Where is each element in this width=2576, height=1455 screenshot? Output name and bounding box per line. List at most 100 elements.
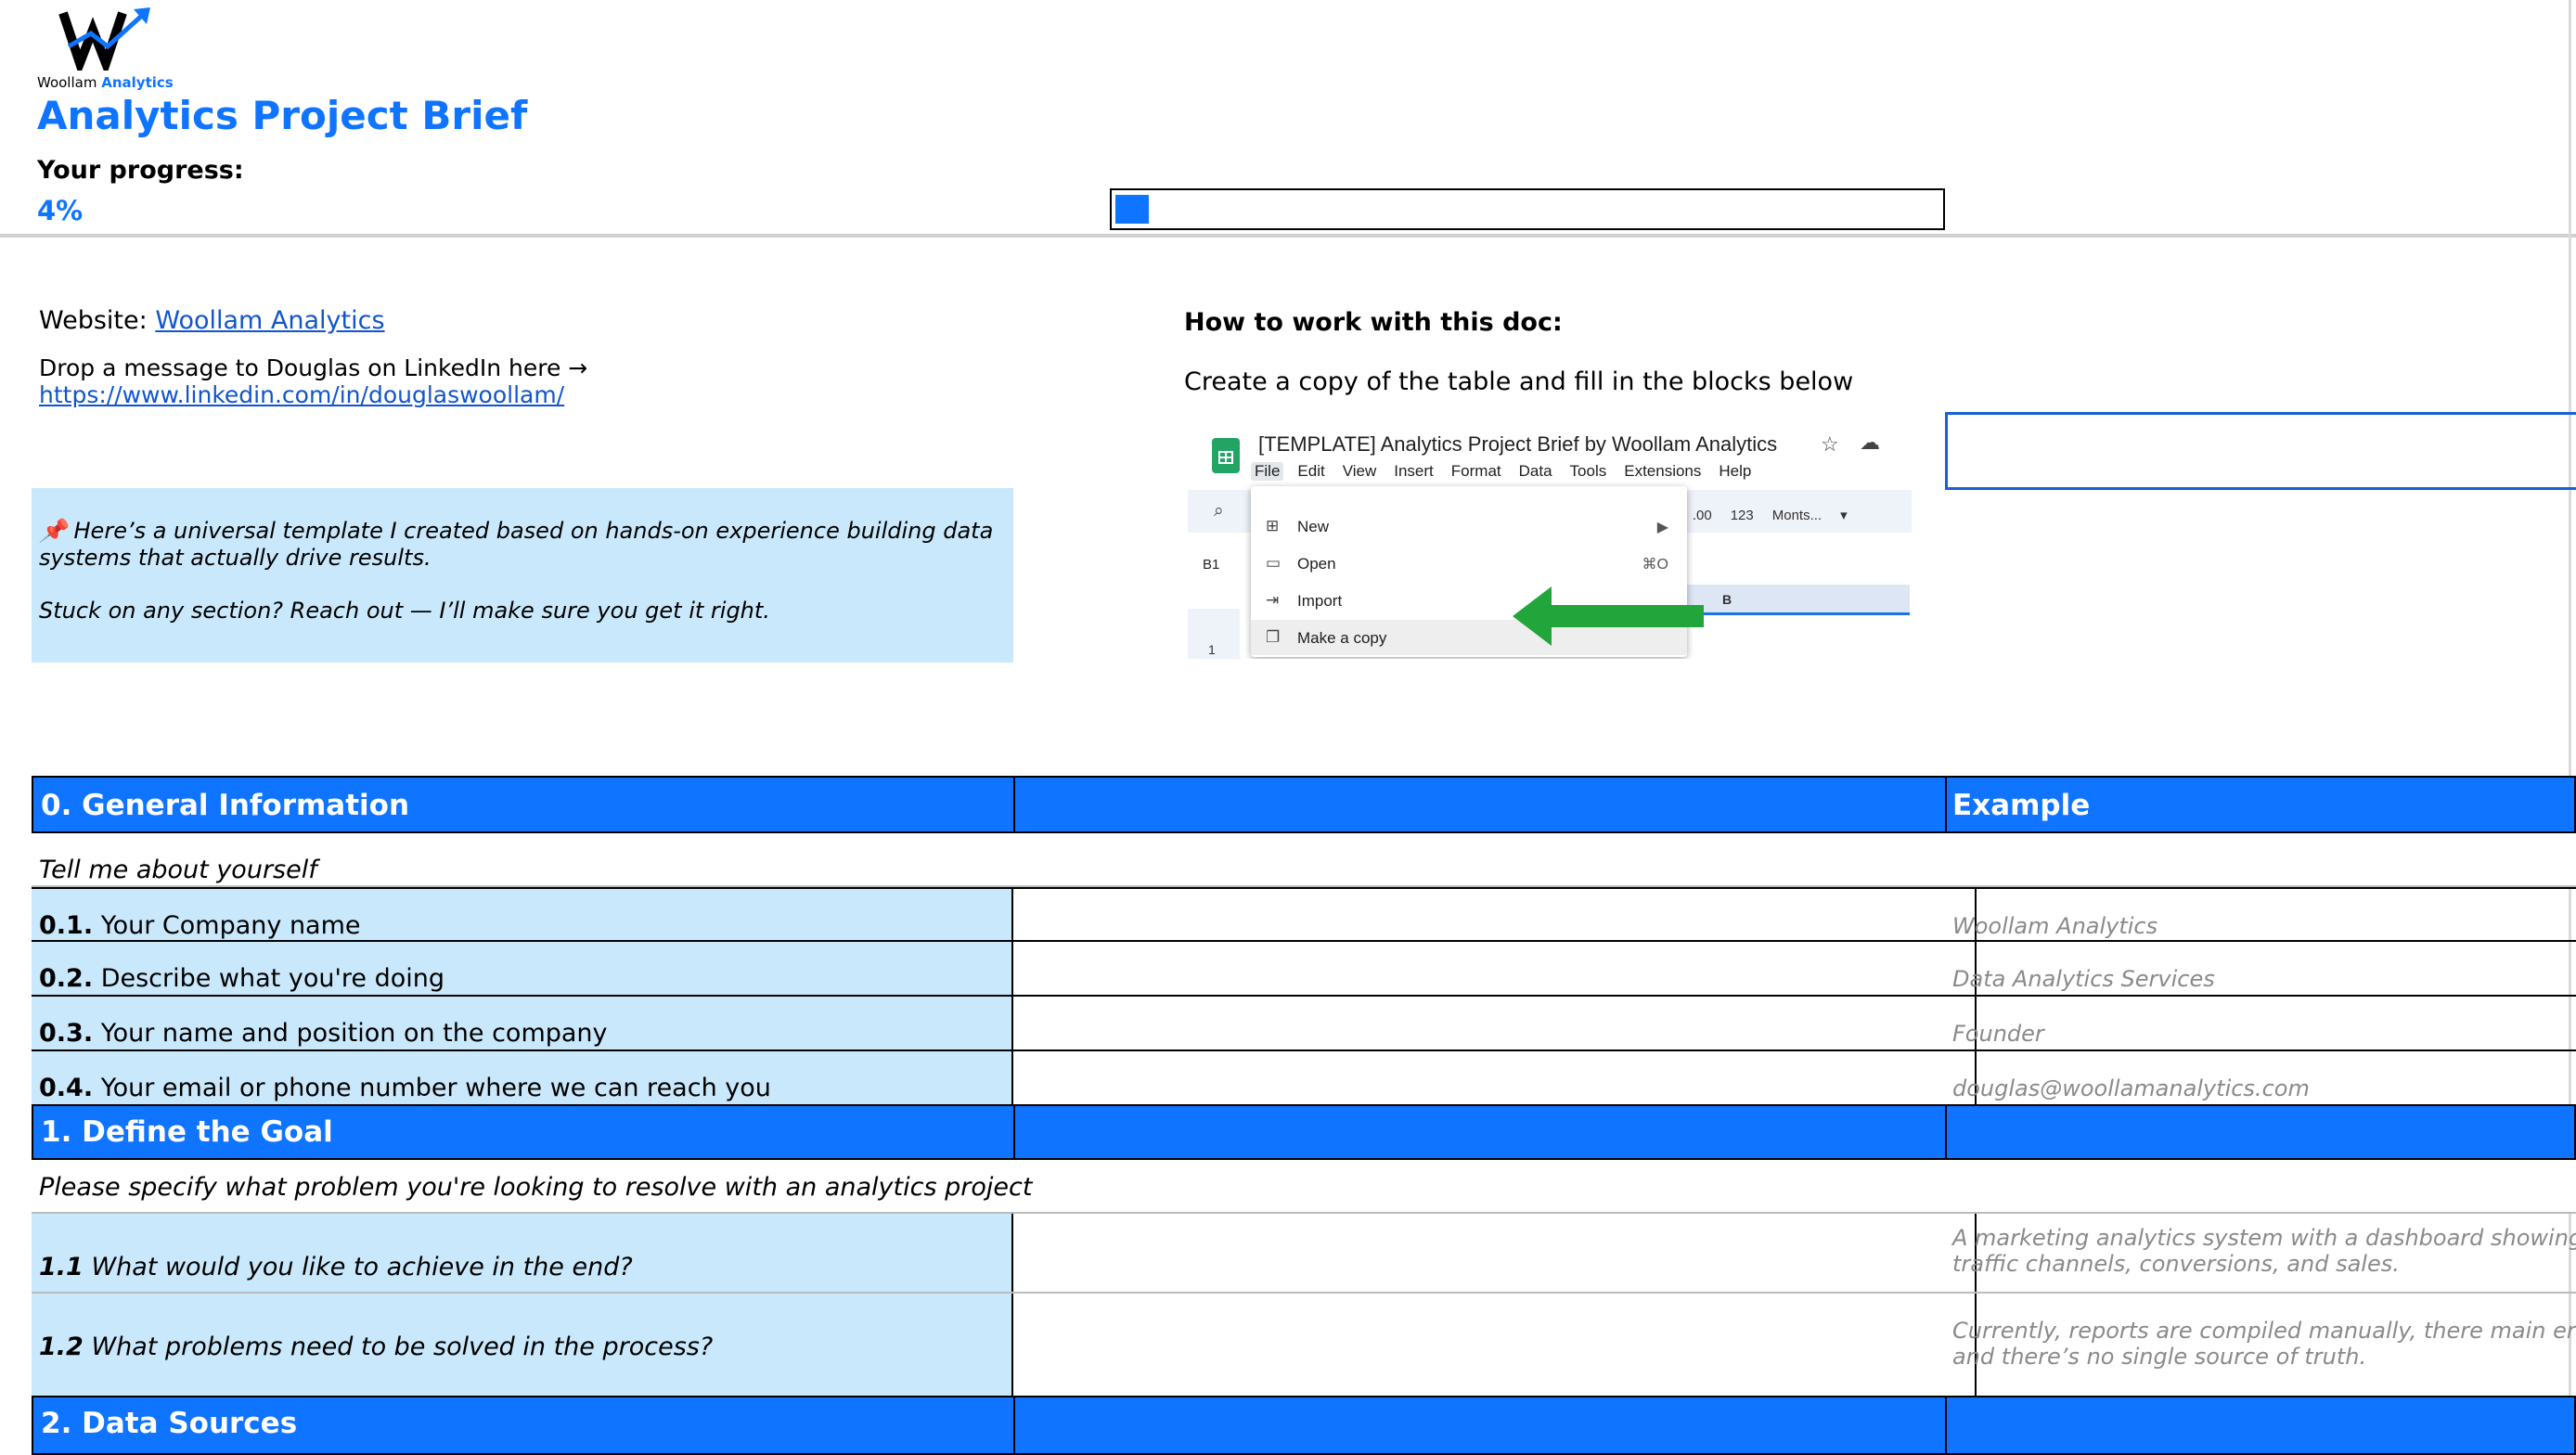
section-0-title: 0. General Information [41, 789, 410, 822]
shot-menu-edit: Edit [1297, 462, 1325, 480]
howto-title: How to work with this doc: [1184, 308, 1563, 337]
note-text-2: Stuck on any section? Reach out — I’ll m… [39, 598, 770, 624]
section-1-title: 1. Define the Goal [41, 1115, 333, 1149]
section-2-title: 2. Data Sources [41, 1407, 298, 1440]
shot-menu-tools: Tools [1569, 462, 1607, 480]
copy-icon: ❐ [1266, 628, 1281, 646]
logo-text: Woollam Analytics [37, 74, 174, 91]
example-value: Woollam Analytics [1952, 913, 2158, 939]
question-label: 0.1. Your Company name [39, 911, 361, 940]
question-number: 0.1. [39, 911, 94, 940]
question-label-cell: 1.2 What problems need to be solved in t… [32, 1294, 1013, 1396]
linkedin-text: Drop a message to Douglas on LinkedIn he… [39, 354, 588, 381]
shot-menu-open-shortcut: ⌘O [1642, 557, 1668, 573]
answer-cell-company-name[interactable] [1013, 889, 1977, 940]
answer-cell-goal[interactable] [1013, 1214, 1977, 1292]
shot-number-format: 123 [1730, 508, 1754, 523]
progress-value: 4% [37, 195, 84, 226]
shot-menu-import-label: Import [1297, 592, 1343, 610]
example-value: douglas@woollamanalytics.com [1952, 1075, 2310, 1101]
header-divider-1 [1013, 1397, 1015, 1453]
logo-name: Woollam [37, 74, 97, 91]
star-icon: ☆ [1821, 432, 1839, 456]
linkedin-link[interactable]: https://www.linkedin.com/in/douglaswooll… [39, 381, 564, 408]
example-value: Founder [1952, 1021, 2044, 1047]
howto-description: Create a copy of the table and fill in t… [1184, 367, 1854, 396]
example-value: Data Analytics Services [1952, 966, 2215, 992]
plus-box-icon: ⊞ [1266, 517, 1280, 534]
question-number: 1.2 [39, 1333, 84, 1361]
section-0-subtitle: Tell me about yourself [39, 856, 317, 884]
question-label-cell: 1.1 What would you like to achieve in th… [32, 1214, 1013, 1292]
note-text-1: 📌 Here’s a universal template I created … [39, 518, 994, 571]
example-line-1: Currently, reports are compiled manually… [1952, 1318, 2576, 1344]
green-arrow-icon [1513, 586, 1704, 646]
question-label-cell: 0.3. Your name and position on the compa… [32, 997, 1013, 1049]
table-row: 0.3. Your name and position on the compa… [32, 997, 2576, 1051]
shot-menu-extensions: Extensions [1624, 462, 1702, 480]
shot-menu-new-label: New [1297, 518, 1330, 535]
shot-menubar: File Edit View Insert Format Data Tools Extensi… [1251, 462, 1769, 481]
selected-cell-outline[interactable] [1945, 412, 2576, 490]
logo-accent: Analytics [101, 74, 174, 91]
shot-cell-ref: B1 [1203, 557, 1220, 573]
shot-row-1: 1 [1208, 642, 1216, 657]
answer-cell-name-position[interactable] [1013, 997, 1977, 1049]
progress-bar [1110, 188, 1945, 230]
shot-menu-make-copy-label: Make a copy [1297, 629, 1387, 647]
submenu-arrow-icon: ▶ [1656, 520, 1668, 535]
shot-font-select: Monts... [1771, 508, 1823, 523]
header-divider-2 [1945, 778, 1947, 831]
table-row: 0.4. Your email or phone number where we… [32, 1051, 2576, 1106]
question-number: 1.1 [39, 1253, 84, 1281]
folder-icon: ▭ [1266, 554, 1282, 572]
website-label: Website: [39, 306, 148, 335]
shot-menu-view: View [1342, 462, 1377, 480]
website-line: Website: Woollam Analytics [39, 306, 385, 335]
section-1-subtitle-row: Please specify what problem you're looki… [32, 1160, 2576, 1214]
question-label-cell: 0.4. Your email or phone number where we… [32, 1051, 1013, 1104]
question-text: Describe what you're doing [100, 964, 444, 993]
table-row: 0.1. Your Company name Woollam Analytics [32, 887, 2576, 942]
header-divider-1 [1013, 778, 1015, 831]
section-2-header: 2. Data Sources [32, 1397, 2576, 1455]
section-1-header: 1. Define the Goal [32, 1106, 2576, 1160]
question-label: 1.1 What would you like to achieve in th… [39, 1253, 633, 1281]
question-text: Your Company name [100, 911, 361, 940]
page-title: Analytics Project Brief [37, 93, 528, 138]
table-row: 1.1 What would you like to achieve in th… [32, 1214, 2576, 1294]
header-divider-2 [1945, 1397, 1947, 1453]
question-number: 0.2. [39, 964, 94, 993]
shot-menu-file: File [1251, 462, 1284, 481]
google-sheets-icon [1212, 438, 1240, 473]
question-text: Your name and position on the company [100, 1019, 608, 1048]
example-line-2: traffic channels, conversions, and sales… [1952, 1251, 2400, 1277]
shot-doc-title: [TEMPLATE] Analytics Project Brief by Wo… [1258, 432, 1778, 456]
cloud-icon: ☁ [1860, 431, 1880, 454]
shot-menu-format: Format [1450, 462, 1501, 480]
header-divider [0, 234, 2576, 238]
question-text: What would you like to achieve in the en… [91, 1253, 633, 1281]
progress-label: Your progress: [37, 156, 244, 185]
question-text: What problems need to be solved in the p… [91, 1333, 714, 1361]
question-number: 0.3. [39, 1019, 94, 1048]
example-value: Currently, reports are compiled manually… [1952, 1318, 2576, 1370]
example-line-1: A marketing analytics system with a dash… [1952, 1225, 2576, 1251]
answer-cell-description[interactable] [1013, 942, 1977, 995]
import-icon: ⇥ [1266, 591, 1280, 609]
question-number: 0.4. [39, 1074, 94, 1102]
question-label: 0.4. Your email or phone number where we… [39, 1074, 771, 1102]
header-divider-2 [1945, 1106, 1947, 1158]
search-icon: ⌕ [1214, 501, 1224, 521]
logo-icon [58, 7, 150, 71]
example-value: A marketing analytics system with a dash… [1952, 1225, 2576, 1277]
answer-cell-problems[interactable] [1013, 1294, 1977, 1396]
shot-menu-insert: Insert [1394, 462, 1434, 480]
answer-cell-contact[interactable] [1013, 1051, 1977, 1104]
chevron-down-icon: ▾ [1840, 508, 1848, 523]
header-divider-1 [1013, 1106, 1015, 1158]
website-link[interactable]: Woollam Analytics [155, 306, 384, 335]
question-text: Your email or phone number where we can … [100, 1074, 771, 1102]
shot-menu-open: ▭ Open ⌘O [1251, 546, 1687, 581]
example-column-header: Example [1952, 789, 2091, 822]
